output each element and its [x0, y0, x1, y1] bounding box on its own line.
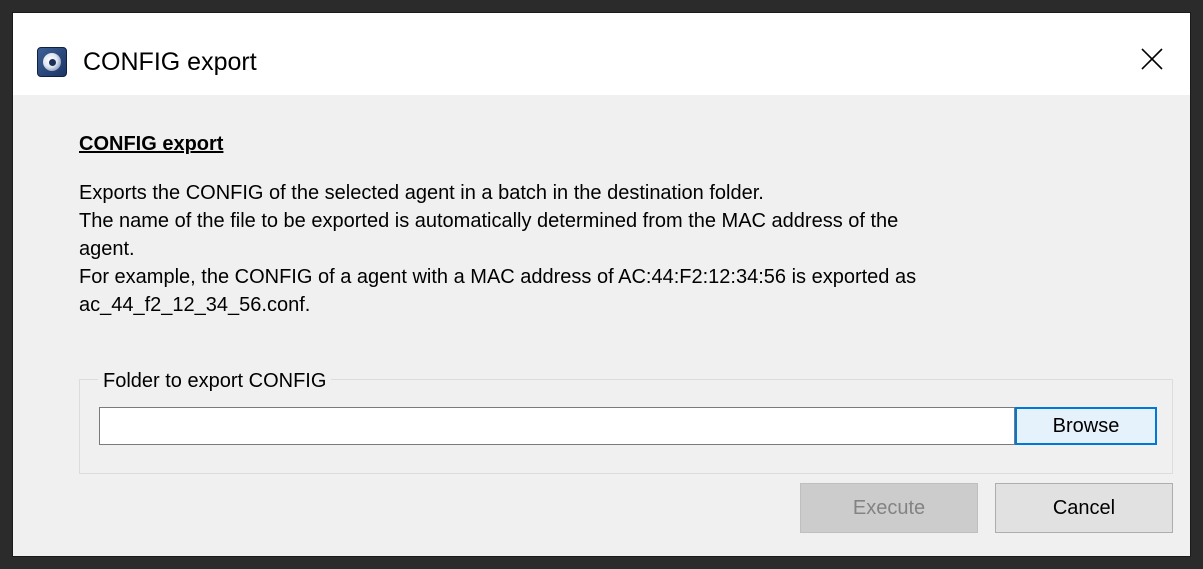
execute-button[interactable]: Execute [800, 483, 978, 533]
description-line: The name of the file to be exported is a… [79, 210, 899, 232]
window-title: CONFIG export [83, 48, 257, 76]
cancel-button[interactable]: Cancel [995, 483, 1173, 533]
app-icon-dot [49, 59, 56, 66]
title-bar: CONFIG export [13, 13, 1190, 95]
description-line: Exports the CONFIG of the selected agent… [79, 182, 764, 204]
description-text: Exports the CONFIG of the selected agent… [79, 179, 1179, 319]
browse-button[interactable]: Browse [1015, 407, 1157, 445]
close-icon [1141, 48, 1163, 70]
description-line: For example, the CONFIG of a agent with … [79, 266, 917, 288]
app-icon [37, 47, 67, 77]
folder-group-legend: Folder to export CONFIG [98, 369, 332, 393]
description-line: agent. [79, 238, 135, 260]
config-export-dialog: CONFIG export CONFIG export Exports the … [12, 12, 1191, 557]
folder-path-input[interactable] [99, 407, 1015, 445]
close-button[interactable] [1114, 13, 1190, 95]
section-heading: CONFIG export [79, 133, 224, 155]
description-line: ac_44_f2_12_34_56.conf. [79, 294, 311, 316]
